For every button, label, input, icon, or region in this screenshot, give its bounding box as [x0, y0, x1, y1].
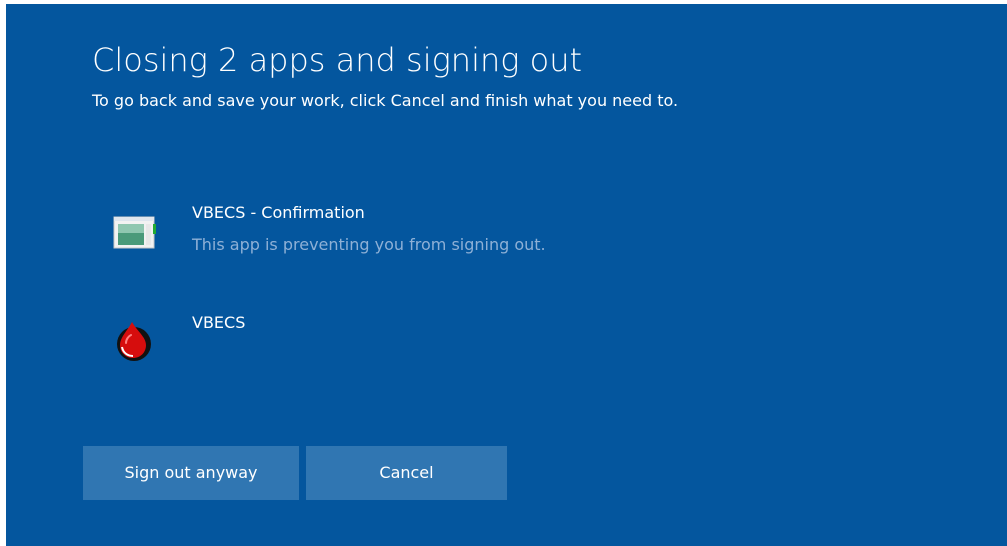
signout-dialog: Closing 2 apps and signing out To go bac… — [6, 4, 1007, 546]
cancel-button[interactable]: Cancel — [306, 446, 507, 500]
blood-drop-icon — [106, 310, 162, 366]
window-icon — [106, 206, 162, 262]
dialog-subtitle: To go back and save your work, click Can… — [92, 91, 679, 110]
app-status: This app is preventing you from signing … — [192, 235, 546, 254]
app-item-vbecs: VBECS — [106, 310, 746, 374]
app-item-vbecs-confirmation: VBECS - Confirmation This app is prevent… — [106, 200, 746, 264]
app-name: VBECS — [192, 313, 246, 332]
app-name: VBECS - Confirmation — [192, 203, 365, 222]
sign-out-anyway-button[interactable]: Sign out anyway — [83, 446, 299, 500]
dialog-title: Closing 2 apps and signing out — [92, 41, 583, 79]
